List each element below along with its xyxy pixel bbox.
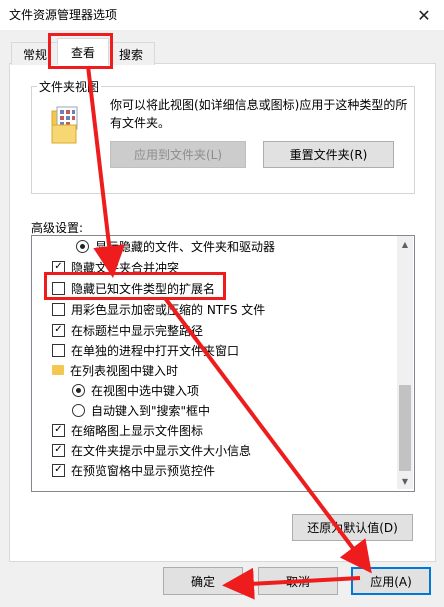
apply-to-folders-label: 应用到文件夹(L): [133, 148, 223, 162]
radio-unselected-icon[interactable]: [72, 403, 85, 417]
list-item-typing-group: 在列表视图中键入时: [52, 360, 178, 380]
list-item-label: 在缩略图上显示文件图标: [71, 423, 204, 438]
list-item-label: 在预览窗格中显示预览控件: [71, 463, 216, 478]
view-tab-highlight: [48, 33, 113, 69]
list-item-separate-process[interactable]: 在单独的进程中打开文件夹窗口: [52, 340, 239, 360]
tab-search[interactable]: 搜索: [107, 42, 155, 65]
restore-defaults-label: 还原为默认值(D): [307, 521, 398, 535]
ok-label: 确定: [190, 574, 215, 589]
list-item-thumbnail-icons[interactable]: ✓ 在缩略图上显示文件图标: [52, 420, 203, 440]
checkbox-checked-icon[interactable]: ✓: [52, 443, 65, 457]
window-title: 文件资源管理器选项: [9, 8, 118, 22]
radio-selected-icon[interactable]: [72, 383, 85, 397]
list-item-file-size-tips[interactable]: ✓ 在文件夹提示中显示文件大小信息: [52, 440, 251, 460]
list-item-color-ntfs[interactable]: 用彩色显示加密或压缩的 NTFS 文件: [52, 299, 265, 319]
tab-search-label: 搜索: [118, 47, 143, 62]
checkbox-checked-icon[interactable]: ✓: [52, 463, 65, 477]
close-icon: ✕: [417, 5, 431, 25]
list-item-label: 用彩色显示加密或压缩的 NTFS 文件: [71, 302, 266, 317]
apply-to-folders-button[interactable]: 应用到文件夹(L): [110, 141, 246, 168]
list-item-label: 在视图中选中键入项: [91, 383, 200, 398]
list-item-full-path[interactable]: ✓ 在标题栏中显示完整路径: [52, 320, 203, 340]
scroll-up-icon[interactable]: ▲: [397, 237, 413, 251]
list-item-select-typed[interactable]: 在视图中选中键入项: [72, 380, 199, 400]
ok-button[interactable]: 确定: [163, 567, 243, 595]
list-item-label: 在列表视图中键入时: [70, 363, 179, 378]
restore-defaults-button[interactable]: 还原为默认值(D): [292, 514, 413, 541]
folder-views-description: 你可以将此视图(如详细信息或图标)应用于这种类型的所有文件夹。: [110, 98, 408, 130]
radio-selected-icon[interactable]: [76, 239, 89, 253]
list-item-show-hidden[interactable]: 显示隐藏的文件、文件夹和驱动器: [76, 236, 275, 256]
reset-folders-button[interactable]: 重置文件夹(R): [263, 141, 394, 168]
list-item-label: 显示隐藏的文件、文件夹和驱动器: [95, 239, 276, 254]
scroll-down-icon[interactable]: ▼: [397, 474, 413, 488]
list-item-label: 自动键入到"搜索"框中: [91, 403, 211, 418]
close-button[interactable]: ✕: [404, 0, 444, 30]
checkbox-unchecked-icon[interactable]: [52, 302, 65, 316]
list-item-label: 在单独的进程中打开文件夹窗口: [71, 343, 240, 358]
folder-views-title: 文件夹视图: [37, 78, 102, 95]
hide-extensions-highlight: [44, 272, 226, 300]
apply-label: 应用(A): [370, 574, 412, 589]
scrollbar-thumb[interactable]: [399, 385, 411, 471]
folder-views-icon: [50, 105, 80, 145]
advanced-settings-label: 高级设置:: [31, 221, 84, 235]
checkbox-unchecked-icon[interactable]: [52, 343, 65, 357]
list-item-label: 在文件夹提示中显示文件大小信息: [71, 443, 252, 458]
cancel-button[interactable]: 取消: [258, 567, 338, 595]
checkbox-checked-icon[interactable]: ✓: [52, 323, 65, 337]
apply-button[interactable]: 应用(A): [351, 567, 431, 595]
list-item-preview-handlers[interactable]: ✓ 在预览窗格中显示预览控件: [52, 460, 215, 480]
tab-general-label: 常规: [22, 47, 47, 62]
list-item-type-into-search[interactable]: 自动键入到"搜索"框中: [72, 400, 210, 420]
cancel-label: 取消: [285, 574, 310, 589]
reset-folders-label: 重置文件夹(R): [289, 148, 368, 162]
checkbox-checked-icon[interactable]: ✓: [52, 423, 65, 437]
list-item-label: 在标题栏中显示完整路径: [71, 323, 204, 338]
folder-icon: [52, 365, 64, 375]
